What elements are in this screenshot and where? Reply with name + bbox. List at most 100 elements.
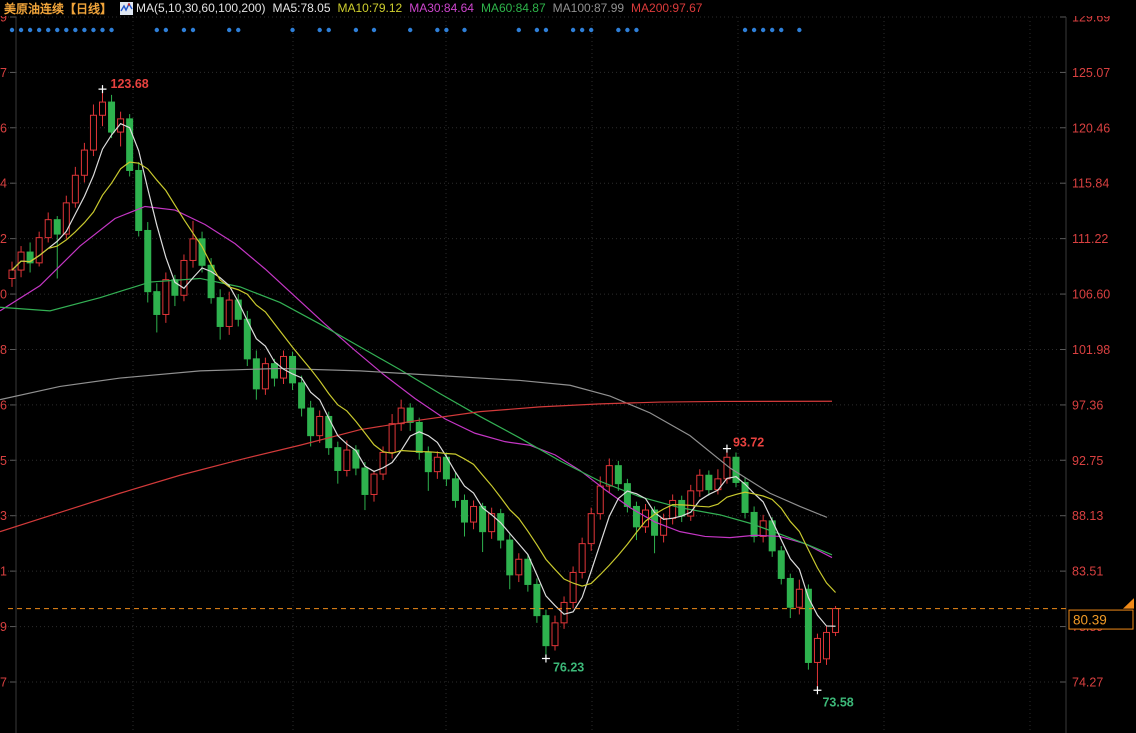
- candle-body: [253, 359, 259, 389]
- event-dot: [227, 28, 231, 32]
- event-dot: [109, 28, 113, 32]
- right-axis-labels: 129.69129.69125.07125.07120.46120.46115.…: [0, 11, 1110, 690]
- ma30-line: [0, 206, 832, 557]
- candle-body: [525, 559, 531, 584]
- candle-body: [290, 356, 296, 382]
- event-dot: [327, 28, 331, 32]
- event-dot: [752, 28, 756, 32]
- latest-price-arrow-icon: [1123, 598, 1134, 609]
- event-dot: [64, 28, 68, 32]
- candle-body: [299, 383, 305, 408]
- event-dot: [408, 28, 412, 32]
- candle-body: [814, 638, 820, 662]
- event-dot: [318, 28, 322, 32]
- grid-layer: [8, 17, 1066, 733]
- event-dot: [236, 28, 240, 32]
- candle-body: [100, 102, 106, 115]
- event-dot: [290, 28, 294, 32]
- axis-price-label: 125.07: [1072, 66, 1110, 80]
- candle-body: [787, 578, 793, 607]
- indicator-chart-icon[interactable]: [120, 2, 133, 15]
- candle-body: [90, 115, 96, 150]
- event-dot: [46, 28, 50, 32]
- axis-price-label: 83.51: [1072, 565, 1103, 579]
- event-dot: [354, 28, 358, 32]
- event-dot: [779, 28, 783, 32]
- ma-group-label: MA(5,10,30,60,100,200): [136, 1, 265, 15]
- axis-price-label: 101.98: [1072, 343, 1110, 357]
- axis-price-label: 111.22: [1072, 232, 1108, 246]
- axis-price-label-clipped: 125.07: [0, 66, 7, 80]
- axis-price-label-clipped: 111.22: [0, 232, 7, 246]
- candle-body: [72, 175, 78, 203]
- candle-body: [317, 416, 323, 435]
- candle-body: [109, 102, 115, 132]
- event-dot: [535, 28, 539, 32]
- event-dot: [435, 28, 439, 32]
- candle-body: [778, 551, 784, 579]
- candle-body: [570, 572, 576, 602]
- candle-body: [36, 238, 42, 263]
- annotations-layer: 123.6893.7276.2373.58: [99, 77, 854, 709]
- event-dot: [616, 28, 620, 32]
- price-annotation: 73.58: [822, 695, 853, 709]
- axis-price-label: 106.60: [1072, 288, 1110, 302]
- candle-body: [54, 220, 60, 234]
- price-chart[interactable]: 123.6893.7276.2373.58129.69129.69125.071…: [0, 0, 1136, 733]
- event-dot: [19, 28, 23, 32]
- axis-price-label: 115.84: [1072, 177, 1109, 191]
- candle-body: [706, 475, 712, 489]
- candle-body: [63, 203, 69, 234]
- candle-body: [597, 486, 603, 514]
- candle-body: [606, 466, 612, 486]
- event-dot: [580, 28, 584, 32]
- candle-body: [661, 518, 667, 535]
- price-annotation: 123.68: [111, 77, 149, 91]
- event-dot: [589, 28, 593, 32]
- event-dot: [191, 28, 195, 32]
- event-dot: [544, 28, 548, 32]
- event-dot: [634, 28, 638, 32]
- candle-body: [462, 500, 468, 522]
- period-label: 【日线】: [64, 0, 112, 17]
- candle-body: [498, 514, 504, 540]
- axis-price-label-clipped: 88.13: [0, 509, 7, 523]
- candle-body: [697, 475, 703, 491]
- event-dot: [155, 28, 159, 32]
- event-dot: [625, 28, 629, 32]
- axis-price-label-clipped: 106.60: [0, 288, 7, 302]
- event-dot: [91, 28, 95, 32]
- event-dot: [37, 28, 41, 32]
- event-dot: [10, 28, 14, 32]
- candle-body: [534, 584, 540, 615]
- price-annotation: 93.72: [733, 436, 764, 450]
- candle-body: [425, 452, 431, 471]
- trading-app: 123.6893.7276.2373.58129.69129.69125.071…: [0, 0, 1136, 733]
- legend-ma30: MA30:84.64: [409, 1, 474, 15]
- candle-body: [452, 479, 458, 501]
- candle-body: [552, 623, 558, 646]
- instrument-title: 美原油连续: [4, 0, 64, 17]
- event-dot: [372, 28, 376, 32]
- candle-body: [308, 408, 314, 436]
- chart-header: 美原油连续 【日线】 MA(5,10,30,60,100,200) MA5:78…: [0, 0, 1136, 16]
- candle-body: [271, 364, 277, 378]
- axis-price-label: 74.27: [1072, 676, 1103, 690]
- event-dot: [761, 28, 765, 32]
- candle-body: [833, 609, 839, 633]
- legend-ma5: MA5:78.05: [272, 1, 330, 15]
- candle-body: [416, 422, 422, 452]
- candle-body: [9, 270, 15, 278]
- candle-body: [181, 260, 187, 295]
- ma100-line: [0, 368, 827, 517]
- event-dot: [55, 28, 59, 32]
- candle-body: [516, 559, 522, 575]
- extreme-cross-marker: [813, 686, 821, 694]
- candle-body: [81, 150, 87, 175]
- ma-legend: MA5:78.05MA10:79.12MA30:84.64MA60:84.87M…: [265, 1, 702, 15]
- candle-body: [407, 408, 413, 422]
- candle-body: [670, 500, 676, 518]
- event-dot: [462, 28, 466, 32]
- axis-price-label: 92.75: [1072, 454, 1103, 468]
- candle-body: [136, 170, 142, 230]
